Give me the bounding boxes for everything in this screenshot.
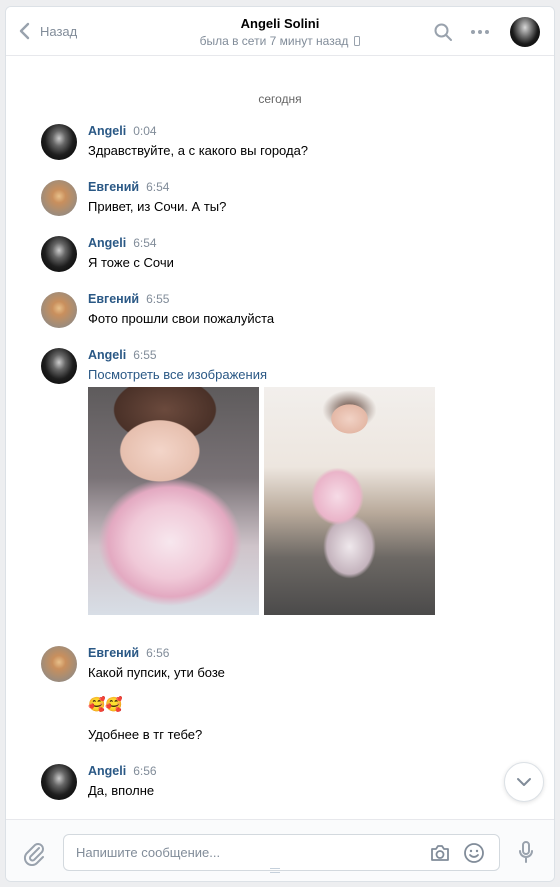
message-body: Евгений 6:54 Привет, из Сочи. А ты? [88,180,508,216]
photo-thumbnail[interactable] [88,387,259,615]
photo-attachments [88,387,508,615]
message-text: Удобнее в тг тебе? [88,727,203,742]
message-author[interactable]: Евгений [88,646,139,660]
message-composer [6,819,554,881]
message-text: Какой пупсик, ути бозе [88,665,225,680]
chat-header: Назад Angeli Solini была в сети 7 минут … [6,7,554,56]
camera-icon [431,845,449,861]
message-header: Евгений 6:54 [88,180,508,198]
message-body: Angeli 6:55 Посмотреть все изображения [88,348,508,615]
message-time[interactable]: 6:55 [146,292,169,306]
mobile-phone-icon [354,36,361,46]
message-time[interactable]: 6:55 [133,348,156,362]
scroll-to-bottom-button[interactable] [504,762,544,802]
message-body: Евгений 6:56 Какой пупсик, ути бозе 🥰🥰 У… [88,646,508,744]
message-input[interactable] [76,835,416,870]
message-time[interactable]: 6:56 [146,646,169,660]
message-author[interactable]: Angeli [88,236,126,250]
message-body: Angeli 6:56 Да, вполне [88,764,508,800]
message-time[interactable]: 6:54 [133,236,156,250]
message-body: Angeli 6:54 Я тоже с Сочи [88,236,508,272]
camera-button[interactable] [429,843,451,863]
emoji-button[interactable] [463,842,485,864]
avatar[interactable] [41,236,77,272]
message-text: Да, вполне [88,783,155,798]
avatar[interactable] [41,646,77,682]
chat-window: Назад Angeli Solini была в сети 7 минут … [5,6,555,882]
message-header: Angeli 6:56 [88,764,508,782]
message-author[interactable]: Евгений [88,292,139,306]
avatar[interactable] [41,180,77,216]
more-dot [485,30,489,34]
online-status-text: была в сети 7 минут назад [199,34,349,48]
avatar[interactable] [41,348,77,384]
message-text: Я тоже с Сочи [88,255,174,270]
avatar[interactable] [41,292,77,328]
message-header: Angeli 6:54 [88,236,508,254]
search-button[interactable] [433,22,453,42]
message-emoji: 🥰🥰 [88,696,123,712]
voice-message-button[interactable] [517,840,535,864]
photo-thumbnail[interactable] [264,387,435,615]
header-avatar[interactable] [510,17,540,47]
message-text: Здравствуйте, а с какого вы города? [88,143,309,158]
message-author[interactable]: Angeli [88,764,126,778]
more-dots-icon [471,30,475,34]
more-dot [478,30,482,34]
message-text: Фото прошли свои пожалуйста [88,311,275,326]
message-header: Angeli 0:04 [88,124,508,142]
date-separator: сегодня [258,92,302,106]
more-button[interactable] [469,22,491,42]
message-input-box[interactable] [63,834,500,871]
message-header: Евгений 6:55 [88,292,508,310]
message-header: Angeli 6:55 [88,348,508,366]
message-author[interactable]: Angeli [88,348,126,362]
message-header: Евгений 6:56 [88,646,508,664]
message-time[interactable]: 6:56 [133,764,156,778]
microphone-icon [519,841,533,863]
smile-icon [464,843,484,863]
online-status: была в сети 7 минут назад [200,34,361,48]
message-author[interactable]: Angeli [88,124,126,138]
resize-grip[interactable] [270,868,280,873]
message-history[interactable]: сегодня Angeli 0:04 Здравствуйте, а с ка… [6,57,554,819]
search-icon [434,23,452,41]
message-time[interactable]: 6:54 [146,180,169,194]
view-all-images-link[interactable]: Посмотреть все изображения [88,366,508,384]
chevron-down-icon [517,778,531,786]
avatar[interactable] [41,764,77,800]
avatar[interactable] [41,124,77,160]
message-time[interactable]: 0:04 [133,124,156,138]
message-body: Angeli 0:04 Здравствуйте, а с какого вы … [88,124,508,160]
message-author[interactable]: Евгений [88,180,139,194]
attach-button[interactable] [22,840,46,867]
paperclip-icon [23,843,44,867]
message-body: Евгений 6:55 Фото прошли свои пожалуйста [88,292,508,328]
message-text: Привет, из Сочи. А ты? [88,199,227,214]
